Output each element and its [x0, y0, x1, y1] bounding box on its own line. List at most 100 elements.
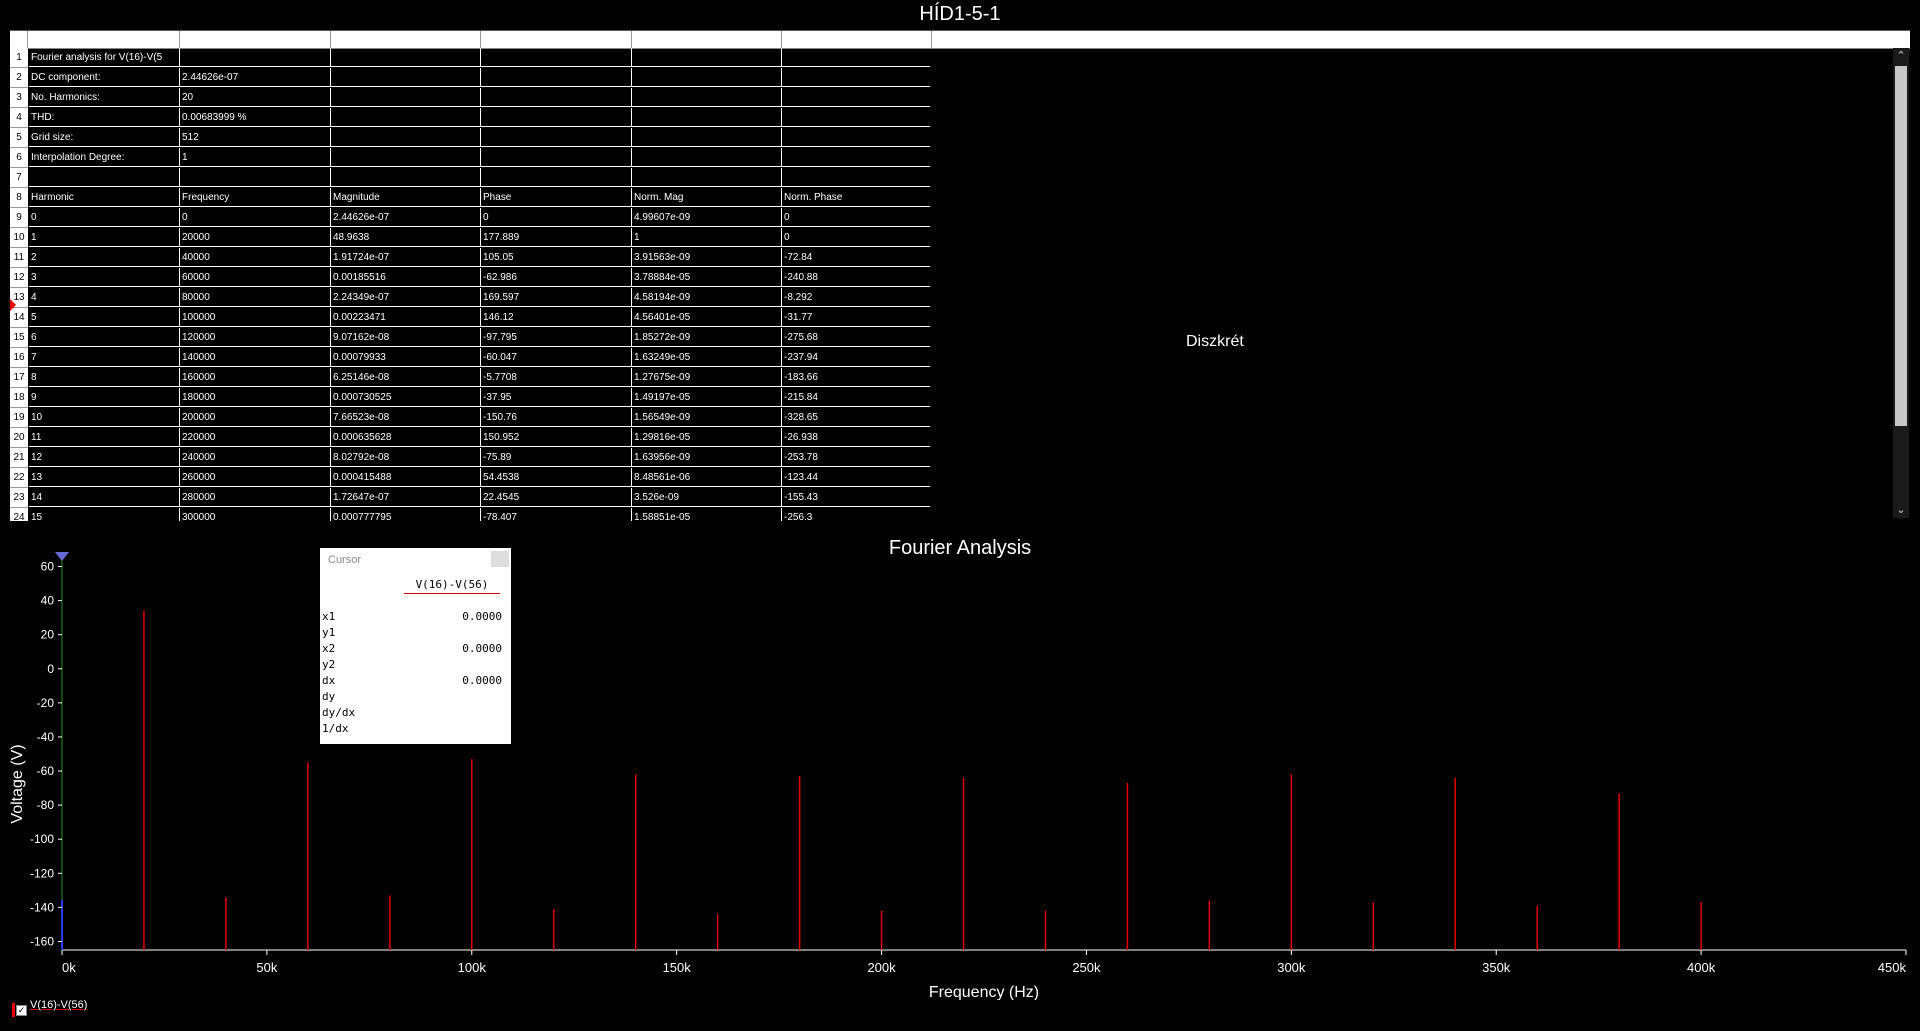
- table-cell[interactable]: [331, 128, 481, 147]
- table-cell[interactable]: 3.526e-09: [632, 488, 782, 507]
- row-number[interactable]: 18: [10, 388, 28, 408]
- table-cell[interactable]: 0.00185516: [331, 268, 481, 287]
- table-cell[interactable]: 0.00683999 %: [180, 108, 331, 127]
- table-cell[interactable]: Phase: [481, 188, 632, 207]
- table-row[interactable]: 5 Grid size: 512: [10, 128, 930, 148]
- table-cell[interactable]: 2.24349e-07: [331, 288, 481, 307]
- table-cell[interactable]: 150.952: [481, 428, 632, 447]
- table-cell[interactable]: [331, 108, 481, 127]
- table-cell[interactable]: 1.56549e-09: [632, 408, 782, 427]
- table-cell[interactable]: 7.66523e-08: [331, 408, 481, 427]
- row-number[interactable]: 14: [10, 308, 28, 328]
- table-cell[interactable]: 0.00223471: [331, 308, 481, 327]
- table-cell[interactable]: -150.76: [481, 408, 632, 427]
- column-header-cell[interactable]: [180, 31, 331, 48]
- table-row[interactable]: 15 6 120000 9.07162e-08 -97.795 1.85272e-09 -2…: [10, 328, 930, 348]
- table-cell[interactable]: [180, 168, 331, 187]
- table-cell[interactable]: [481, 168, 632, 187]
- row-number[interactable]: 16: [10, 348, 28, 368]
- table-cell[interactable]: [632, 108, 782, 127]
- table-cell[interactable]: 1.27675e-09: [632, 368, 782, 387]
- table-cell[interactable]: -60.047: [481, 348, 632, 367]
- table-cell[interactable]: 8.48561e-06: [632, 468, 782, 487]
- table-cell[interactable]: [782, 48, 930, 67]
- table-cell[interactable]: 0: [29, 208, 180, 227]
- table-row[interactable]: 20 11 220000 0.000635628 150.952 1.29816e-05-…: [10, 428, 930, 448]
- table-cell[interactable]: 177.889: [481, 228, 632, 247]
- table-cell[interactable]: 146.12: [481, 308, 632, 327]
- column-header-cell[interactable]: [10, 31, 28, 48]
- table-cell[interactable]: -155.43: [782, 488, 930, 507]
- table-cell[interactable]: 3: [29, 268, 180, 287]
- row-number[interactable]: 5: [10, 128, 28, 148]
- table-cell[interactable]: -123.44: [782, 468, 930, 487]
- table-row[interactable]: 7: [10, 168, 930, 188]
- row-number[interactable]: 19: [10, 408, 28, 428]
- table-cell[interactable]: 0.000415488: [331, 468, 481, 487]
- table-cell[interactable]: Fourier analysis for V(16)-V(5: [29, 48, 180, 67]
- table-row[interactable]: 12 3 60000 0.00185516 -62.986 3.78884e-05 -240…: [10, 268, 930, 288]
- table-cell[interactable]: 1.63956e-09: [632, 448, 782, 467]
- table-cell[interactable]: 512: [180, 128, 331, 147]
- spreadsheet-grid[interactable]: 1 Fourier analysis for V(16)-V(5 2 DC compo…: [10, 48, 930, 521]
- column-header-cell[interactable]: [632, 31, 782, 48]
- table-cell[interactable]: Frequency: [180, 188, 331, 207]
- table-cell[interactable]: 0: [782, 208, 930, 227]
- row-number[interactable]: 20: [10, 428, 28, 448]
- table-cell[interactable]: 0: [481, 208, 632, 227]
- table-cell[interactable]: -31.77: [782, 308, 930, 327]
- table-cell[interactable]: 1.91724e-07: [331, 248, 481, 267]
- row-number[interactable]: 17: [10, 368, 28, 388]
- table-cell[interactable]: 140000: [180, 348, 331, 367]
- table-cell[interactable]: [632, 168, 782, 187]
- table-cell[interactable]: [331, 88, 481, 107]
- table-row[interactable]: 8 Harmonic Frequency Magnitude Phase Norm. Ma…: [10, 188, 930, 208]
- row-number[interactable]: 7: [10, 168, 28, 188]
- row-number[interactable]: 12: [10, 268, 28, 288]
- table-row[interactable]: 18 9 180000 0.000730525 -37.95 1.49197e-05 -21…: [10, 388, 930, 408]
- table-cell[interactable]: 1.63249e-05: [632, 348, 782, 367]
- table-cell[interactable]: 260000: [180, 468, 331, 487]
- table-cell[interactable]: 20000: [180, 228, 331, 247]
- table-cell[interactable]: [782, 68, 930, 87]
- table-cell[interactable]: DC component:: [29, 68, 180, 87]
- scroll-down-icon[interactable]: ⌄: [1893, 502, 1909, 518]
- table-cell[interactable]: 60000: [180, 268, 331, 287]
- table-cell[interactable]: 1: [29, 228, 180, 247]
- close-icon[interactable]: [491, 551, 509, 567]
- table-cell[interactable]: [331, 168, 481, 187]
- table-cell[interactable]: 1.72647e-07: [331, 488, 481, 507]
- table-cell[interactable]: 2.44626e-07: [331, 208, 481, 227]
- table-cell[interactable]: -215.84: [782, 388, 930, 407]
- table-cell[interactable]: [481, 48, 632, 67]
- row-number[interactable]: 10: [10, 228, 28, 248]
- table-cell[interactable]: -275.68: [782, 328, 930, 347]
- table-cell[interactable]: [481, 108, 632, 127]
- row-number[interactable]: 11: [10, 248, 28, 268]
- row-number[interactable]: 6: [10, 148, 28, 168]
- table-cell[interactable]: -328.65: [782, 408, 930, 427]
- column-header-cell[interactable]: [481, 31, 632, 48]
- table-cell[interactable]: [481, 88, 632, 107]
- table-cell[interactable]: 220000: [180, 428, 331, 447]
- table-cell[interactable]: [331, 148, 481, 167]
- table-cell[interactable]: 0: [782, 228, 930, 247]
- table-cell[interactable]: Norm. Mag: [632, 188, 782, 207]
- table-row[interactable]: 13 4 80000 2.24349e-07 169.597 4.58194e-09 -8.…: [10, 288, 930, 308]
- row-number[interactable]: 22: [10, 468, 28, 488]
- table-cell[interactable]: -8.292: [782, 288, 930, 307]
- table-cell[interactable]: -253.78: [782, 448, 930, 467]
- table-cell[interactable]: [331, 68, 481, 87]
- table-cell[interactable]: 3.91563e-09: [632, 248, 782, 267]
- column-header-cell[interactable]: [28, 31, 180, 48]
- table-row[interactable]: 6 Interpolation Degree: 1: [10, 148, 930, 168]
- scroll-up-icon[interactable]: ⌃: [1893, 48, 1909, 64]
- row-number[interactable]: 1: [10, 48, 28, 68]
- table-cell[interactable]: 8.02792e-08: [331, 448, 481, 467]
- table-cell[interactable]: -97.795: [481, 328, 632, 347]
- legend-checkbox[interactable]: ✓: [16, 1005, 27, 1016]
- table-cell[interactable]: 4.99607e-09: [632, 208, 782, 227]
- table-cell[interactable]: [782, 148, 930, 167]
- table-cell[interactable]: 160000: [180, 368, 331, 387]
- table-cell[interactable]: THD:: [29, 108, 180, 127]
